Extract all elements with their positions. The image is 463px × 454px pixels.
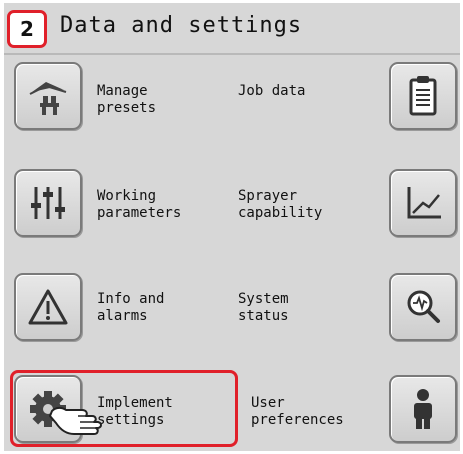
system-status-button[interactable]: [389, 273, 457, 341]
job-data-button[interactable]: [389, 62, 457, 130]
magnifier-icon: [407, 290, 440, 323]
warning-icon: [28, 289, 68, 325]
user-preferences-button[interactable]: [389, 375, 457, 443]
sliders-icon: [31, 187, 65, 219]
manage-presets-label[interactable]: Manage presets: [97, 83, 156, 117]
info-alarms-label[interactable]: Info and alarms: [97, 291, 164, 325]
manage-presets-button[interactable]: [14, 62, 82, 130]
header: 2 Data and settings: [4, 3, 460, 55]
person-icon: [414, 389, 432, 429]
job-data-label[interactable]: Job data: [238, 83, 305, 100]
working-parameters-label[interactable]: Working parameters: [97, 188, 181, 222]
screen: 2 Data and settings Manage presets Job d…: [4, 3, 460, 451]
clipboard-icon: [409, 76, 437, 116]
user-preferences-label[interactable]: User preferences: [251, 395, 344, 429]
step-badge: 2: [7, 10, 47, 48]
sprayer-capability-button[interactable]: [389, 169, 457, 237]
hand-pointer-icon: [49, 406, 102, 435]
chart-icon: [407, 187, 441, 219]
info-alarms-button[interactable]: [14, 273, 82, 341]
page-title: Data and settings: [60, 13, 303, 38]
presets-icon: [29, 82, 67, 115]
system-status-label[interactable]: System status: [238, 291, 289, 325]
working-parameters-button[interactable]: [14, 169, 82, 237]
sprayer-capability-label[interactable]: Sprayer capability: [238, 188, 322, 222]
